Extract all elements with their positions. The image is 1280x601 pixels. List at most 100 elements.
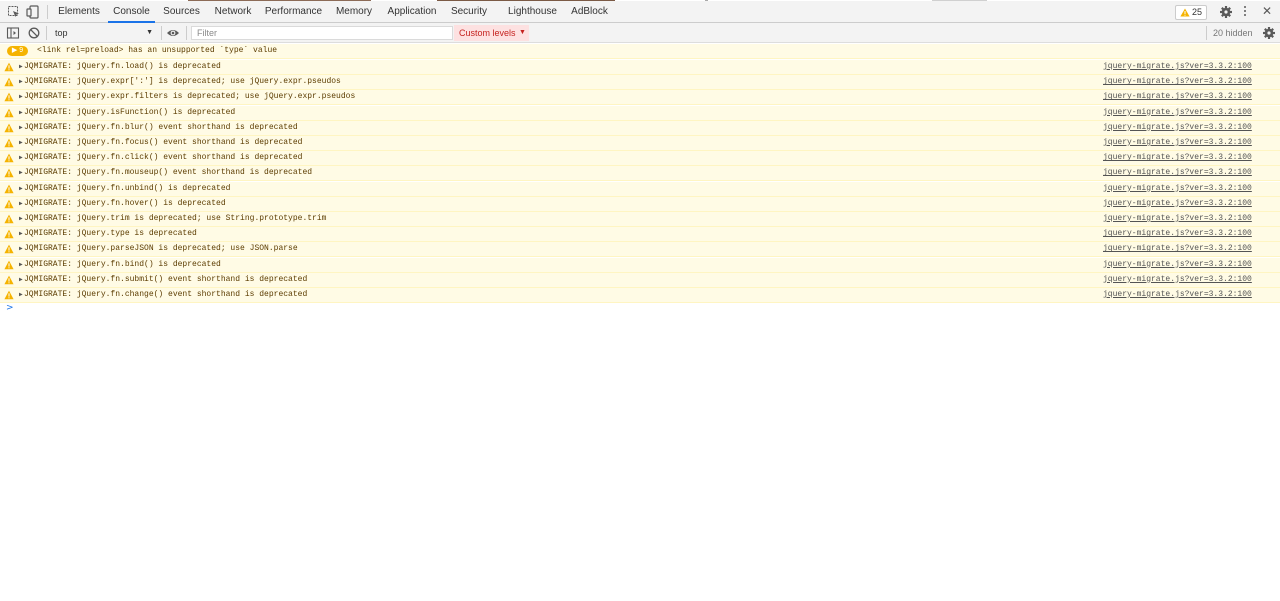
message-text: JQMIGRATE: jQuery.fn.submit() event shor…: [24, 274, 308, 284]
console-warning-row[interactable]: ▶ JQMIGRATE: jQuery.expr[':'] is deprecat…: [0, 75, 1280, 91]
warning-icon: [4, 184, 14, 193]
tab-lighthouse[interactable]: Lighthouse: [500, 1, 565, 23]
warning-icon: [4, 290, 14, 300]
warning-icon: [4, 229, 14, 239]
grouped-warning-message[interactable]: ▶ 9 <link rel=preload> has an unsupporte…: [0, 44, 1280, 59]
tab-sources[interactable]: Sources: [159, 1, 204, 23]
tab-elements[interactable]: Elements: [54, 1, 104, 23]
console-warning-row[interactable]: ▶ JQMIGRATE: jQuery.expr.filters is depre…: [0, 90, 1280, 106]
source-link[interactable]: jquery-migrate.js?ver=3.3.2:100: [1103, 90, 1252, 104]
source-link[interactable]: jquery-migrate.js?ver=3.3.2:100: [1103, 182, 1252, 196]
source-link[interactable]: jquery-migrate.js?ver=3.3.2:100: [1103, 242, 1252, 256]
console-warning-row[interactable]: ▶ JQMIGRATE: jQuery.fn.mouseup() event sh…: [0, 166, 1280, 182]
expand-triangle-icon[interactable]: ▶: [19, 197, 23, 211]
console-warning-row[interactable]: ▶ JQMIGRATE: jQuery.trim is deprecated; u…: [0, 212, 1280, 227]
console-warning-row[interactable]: ▶ JQMIGRATE: jQuery.fn.blur() event short…: [0, 120, 1280, 136]
expand-triangle-icon[interactable]: ▶: [19, 106, 23, 120]
console-warning-row[interactable]: ▶ JQMIGRATE: jQuery.isFunction() is depre…: [0, 105, 1280, 121]
console-warning-row[interactable]: ▶ JQMIGRATE: jQuery.fn.click() event shor…: [0, 151, 1280, 167]
expand-triangle-icon[interactable]: ▶: [19, 90, 23, 104]
close-icon[interactable]: ✕: [1262, 4, 1272, 18]
hidden-messages-count: 20 hidden: [1213, 28, 1253, 38]
warning-icon: [4, 92, 14, 102]
tab-application[interactable]: Application: [382, 1, 442, 23]
message-text: JQMIGRATE: jQuery.expr.filters is deprec…: [24, 92, 356, 102]
message-text: JQMIGRATE: jQuery.fn.change() event shor…: [24, 290, 308, 299]
log-levels-label: Custom levels: [459, 28, 516, 38]
expand-triangle-icon[interactable]: ▶: [19, 151, 23, 165]
source-link[interactable]: jquery-migrate.js?ver=3.3.2:100: [1103, 212, 1252, 226]
warning-icon: [4, 214, 14, 224]
expand-triangle-icon[interactable]: ▶: [19, 258, 23, 272]
eye-icon[interactable]: [166, 26, 180, 40]
source-link[interactable]: jquery-migrate.js?ver=3.3.2:100: [1103, 288, 1252, 302]
device-toolbar-icon[interactable]: [26, 5, 40, 19]
message-text: JQMIGRATE: jQuery.fn.load() is deprecate…: [24, 62, 221, 71]
warning-icon: [4, 260, 14, 269]
devtools-tabbar: Elements Console Sources Network Perform…: [0, 1, 1280, 23]
warning-icon: [4, 108, 14, 117]
console-warning-row[interactable]: ▶ JQMIGRATE: jQuery.parseJSON is deprecat…: [0, 242, 1280, 258]
more-options-icon[interactable]: [1241, 6, 1249, 20]
warnings-count: 25: [1192, 7, 1203, 17]
source-link[interactable]: jquery-migrate.js?ver=3.3.2:100: [1103, 197, 1252, 211]
log-levels-dropdown[interactable]: Custom levels ▼: [454, 25, 529, 41]
expand-triangle-icon[interactable]: ▶: [19, 121, 23, 135]
warning-icon: [4, 168, 14, 178]
filter-input[interactable]: [191, 26, 453, 40]
source-link[interactable]: jquery-migrate.js?ver=3.3.2:100: [1103, 60, 1252, 74]
console-warning-row[interactable]: ▶ JQMIGRATE: jQuery.fn.bind() is deprecat…: [0, 257, 1280, 273]
toolbar-separator: [161, 26, 162, 40]
expand-triangle-icon[interactable]: ▶: [19, 242, 23, 256]
tab-console[interactable]: Console: [108, 1, 155, 23]
console-warning-row[interactable]: ▶ JQMIGRATE: jQuery.fn.unbind() is deprec…: [0, 181, 1280, 197]
console-prompt[interactable]: >: [6, 303, 14, 313]
tab-memory[interactable]: Memory: [330, 1, 378, 23]
chevron-down-icon: ▼: [519, 29, 526, 36]
toolbar-separator: [46, 26, 47, 40]
context-selector[interactable]: top ▼: [50, 25, 156, 41]
expand-triangle-icon[interactable]: ▶: [19, 166, 23, 180]
console-warning-row[interactable]: ▶ JQMIGRATE: jQuery.fn.submit() event sho…: [0, 272, 1280, 288]
expand-triangle-icon[interactable]: ▶: [19, 288, 23, 302]
source-link[interactable]: jquery-migrate.js?ver=3.3.2:100: [1103, 75, 1252, 89]
console-warning-row[interactable]: ▶ JQMIGRATE: jQuery.type is deprecated jqu…: [0, 227, 1280, 243]
console-warning-row[interactable]: ▶ JQMIGRATE: jQuery.fn.hover() is depreca…: [0, 196, 1280, 212]
source-link[interactable]: jquery-migrate.js?ver=3.3.2:100: [1103, 258, 1252, 272]
expand-triangle-icon[interactable]: ▶: [19, 75, 23, 89]
expand-triangle-icon[interactable]: ▶: [19, 212, 23, 226]
source-link[interactable]: jquery-migrate.js?ver=3.3.2:100: [1103, 166, 1252, 180]
source-link[interactable]: jquery-migrate.js?ver=3.3.2:100: [1103, 136, 1252, 150]
source-link[interactable]: jquery-migrate.js?ver=3.3.2:100: [1103, 273, 1252, 287]
tab-security[interactable]: Security: [446, 1, 492, 23]
expand-triangle-icon[interactable]: ▶: [19, 182, 23, 196]
tab-performance[interactable]: Performance: [262, 1, 325, 23]
warnings-counter-button[interactable]: 25: [1175, 5, 1207, 20]
source-link[interactable]: jquery-migrate.js?ver=3.3.2:100: [1103, 106, 1252, 120]
context-value: top: [55, 28, 68, 38]
message-text: JQMIGRATE: jQuery.fn.blur() event shorth…: [24, 122, 298, 132]
console-warning-row[interactable]: ▶ JQMIGRATE: jQuery.fn.load() is deprecat…: [0, 60, 1280, 75]
sidebar-toggle-icon[interactable]: [6, 26, 20, 40]
inspect-element-icon[interactable]: [7, 5, 21, 19]
message-text: JQMIGRATE: jQuery.expr[':'] is deprecate…: [24, 77, 341, 87]
tab-adblock[interactable]: AdBlock: [566, 1, 613, 23]
console-warning-row[interactable]: ▶ JQMIGRATE: jQuery.fn.focus() event shor…: [0, 136, 1280, 151]
expand-triangle-icon[interactable]: ▶: [19, 136, 23, 150]
console-settings-gear-icon[interactable]: [1262, 26, 1276, 40]
expand-triangle-icon[interactable]: ▶: [19, 273, 23, 287]
console-warning-row[interactable]: ▶ JQMIGRATE: jQuery.fn.change() event sho…: [0, 288, 1280, 303]
tab-network[interactable]: Network: [208, 1, 258, 23]
message-text: JQMIGRATE: jQuery.fn.hover() is deprecat…: [24, 198, 226, 208]
expand-triangle-icon[interactable]: ▶: [19, 60, 23, 74]
clear-console-icon[interactable]: [27, 26, 41, 40]
source-link[interactable]: jquery-migrate.js?ver=3.3.2:100: [1103, 151, 1252, 165]
message-text: JQMIGRATE: jQuery.isFunction() is deprec…: [24, 107, 236, 117]
warning-icon: [1180, 8, 1190, 17]
message-text: JQMIGRATE: jQuery.parseJSON is deprecate…: [24, 244, 298, 254]
message-text: <link rel=preload> has an unsupported `t…: [37, 46, 278, 55]
expand-triangle-icon[interactable]: ▶: [19, 227, 23, 241]
gear-icon[interactable]: [1219, 5, 1233, 19]
source-link[interactable]: jquery-migrate.js?ver=3.3.2:100: [1103, 227, 1252, 241]
source-link[interactable]: jquery-migrate.js?ver=3.3.2:100: [1103, 121, 1252, 135]
